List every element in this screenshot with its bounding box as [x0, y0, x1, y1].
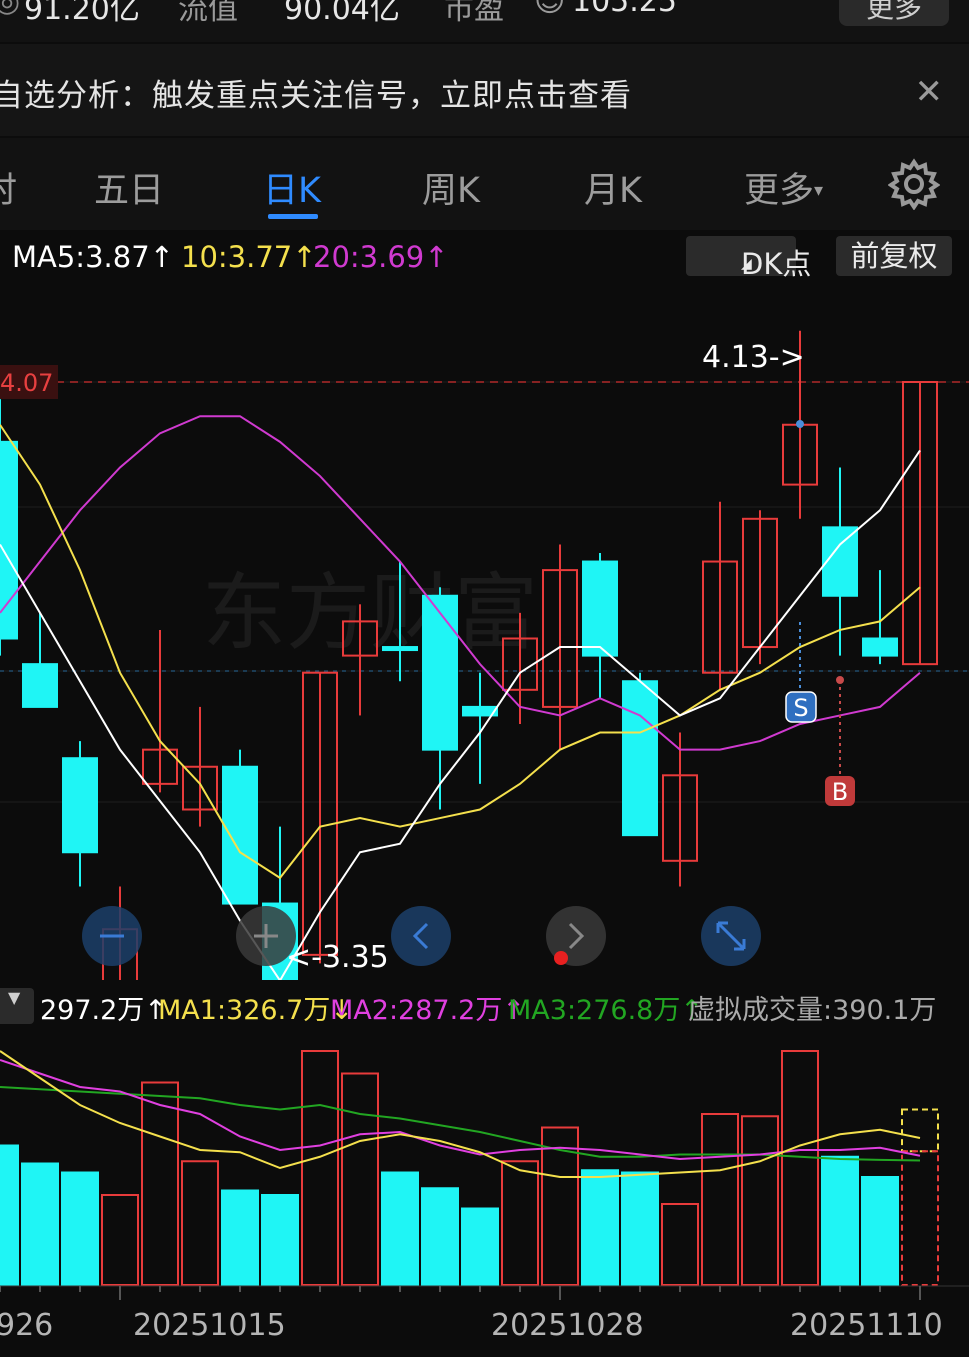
vol-ma3-value: MA3:276.8万↑: [508, 995, 703, 1026]
volume-bar-down: [861, 1176, 899, 1286]
market-cap-value: 91.20亿: [24, 0, 140, 27]
pe-value: 105.25: [572, 0, 677, 19]
tab-five-day[interactable]: 五日: [94, 162, 164, 213]
up-arrow-icon: ↑: [424, 240, 449, 274]
chart-controls: [82, 906, 761, 966]
sell-signal-dot: [796, 420, 804, 428]
high-price-label: 4.13->: [702, 340, 805, 375]
candle-down: [22, 663, 58, 708]
chevron-left-icon: [391, 906, 451, 966]
candle-down: [622, 680, 658, 837]
volume-bar-down: [381, 1171, 419, 1286]
candle-down: [382, 646, 418, 652]
virtual-volume-value: 虚拟成交量:390.1万: [688, 995, 937, 1026]
float-cap-value: 90.04亿: [284, 0, 400, 27]
ma10-value: 10:3.77↑: [181, 240, 317, 274]
volume-bar-down: [461, 1207, 499, 1286]
volume-bar-up: [181, 1160, 219, 1286]
stock-summary-bar: ◎ 91.20亿 流值 90.04亿 市盈 ☺ 105.25 更多: [0, 0, 969, 42]
notice-text[interactable]: 自选分析：触发重点关注信号，立即点击查看: [0, 70, 632, 115]
volume-value: 297.2万↑: [40, 995, 167, 1026]
active-tab-indicator: [268, 214, 318, 219]
volume-bar-down: [581, 1169, 619, 1286]
vol-ma1-value: MA1:326.7万↓: [158, 995, 353, 1026]
ma-legend: MA5:3.87↑ 10:3.77↑ 20:3.69↑ DK点 ◢ 前复权: [0, 232, 969, 281]
tab-weekly-k[interactable]: 周K: [422, 162, 480, 213]
volume-bar-up: [781, 1050, 819, 1286]
tab-more-label: 更多: [744, 171, 815, 211]
dk-point-button[interactable]: DK点 ◢: [686, 236, 811, 281]
price-chart[interactable]: 东方财富 4.07 4.13-> <-3.35 S B: [0, 282, 969, 980]
volume-bar-down: [61, 1171, 99, 1286]
volume-legend: ▼ 297.2万↑ MA1:326.7万↓ MA2:287.2万↑ MA3:27…: [0, 984, 969, 1028]
watermark: 东方财富: [202, 564, 538, 662]
notice-banner[interactable]: 自选分析：触发重点关注信号，立即点击查看 ✕: [0, 44, 969, 136]
virtual-volume-bar: [901, 1108, 939, 1153]
tab-intraday[interactable]: 时: [0, 162, 17, 213]
float-cap-label: 流值: [178, 0, 238, 27]
ref-price-label: 4.07: [0, 369, 53, 397]
volume-bar-up: [661, 1203, 699, 1286]
ma5-value: MA5:3.87↑: [12, 240, 174, 274]
date-axis: 926 20251015 20251028 20251110: [0, 1300, 969, 1357]
volume-bar-down: [621, 1171, 659, 1286]
caret-down-icon: ▾: [814, 180, 824, 201]
caret-down-icon: ▼: [8, 988, 21, 1007]
date-label: 20251110: [790, 1308, 943, 1343]
chart-period-tabs: 时 五日 日K 周K 月K 更多▾: [0, 138, 969, 230]
volume-bar-up: [701, 1113, 739, 1286]
candle-down: [222, 765, 258, 905]
volume-bar-up: [141, 1081, 179, 1286]
smile-icon: ☺: [534, 0, 566, 19]
vol-ma2-value: MA2:287.2万↑: [330, 995, 525, 1026]
volume-bar-up: [341, 1072, 379, 1286]
date-label: 20251015: [133, 1308, 286, 1343]
volume-bars: [0, 1050, 939, 1287]
adjust-price-button[interactable]: 前复权: [836, 236, 952, 276]
volume-bar-up: [101, 1194, 139, 1286]
more-button[interactable]: 更多: [839, 0, 949, 26]
corner-triangle-icon: ◢: [741, 256, 752, 272]
up-arrow-icon: ↑: [149, 240, 174, 274]
date-ticks: [0, 1285, 969, 1300]
date-label: 926: [0, 1308, 54, 1343]
candle-down: [422, 594, 458, 751]
date-label: 20251028: [491, 1308, 644, 1343]
circle-icon: ◎: [0, 0, 21, 19]
volume-chart[interactable]: [0, 1030, 969, 1300]
volume-bar-down: [221, 1189, 259, 1286]
pe-label: 市盈: [444, 0, 504, 27]
tab-more[interactable]: 更多▾: [744, 162, 823, 213]
buy-signal-label: B: [832, 778, 848, 806]
candle-down: [62, 757, 98, 854]
volume-bar-down: [261, 1194, 299, 1286]
notification-dot: [554, 951, 568, 965]
volume-bar-down: [21, 1162, 59, 1286]
sell-signal-label: S: [793, 694, 808, 722]
volume-bar-down: [421, 1187, 459, 1286]
ma-lines: [0, 415, 921, 980]
ma20-value: 20:3.69↑: [313, 240, 449, 274]
volume-bar-up: [301, 1050, 339, 1286]
volume-bar-down: [0, 1144, 19, 1286]
volume-bar-up: [501, 1160, 539, 1286]
close-icon[interactable]: ✕: [915, 72, 944, 112]
ma5-line: [0, 449, 921, 980]
tab-daily-k[interactable]: 日K: [263, 162, 321, 213]
candle-down: [862, 637, 898, 657]
buy-signal-dot: [836, 676, 844, 684]
gear-icon[interactable]: [888, 158, 940, 210]
tab-monthly-k[interactable]: 月K: [584, 162, 642, 213]
candle-down: [822, 526, 858, 597]
volume-bar-down: [821, 1155, 859, 1286]
volume-bar-up: [741, 1115, 779, 1286]
low-price-label: <-3.35: [286, 940, 389, 975]
volume-bar-up: [901, 1150, 939, 1287]
volume-indicator-selector[interactable]: ▼: [0, 988, 34, 1024]
candle-down: [582, 560, 618, 657]
